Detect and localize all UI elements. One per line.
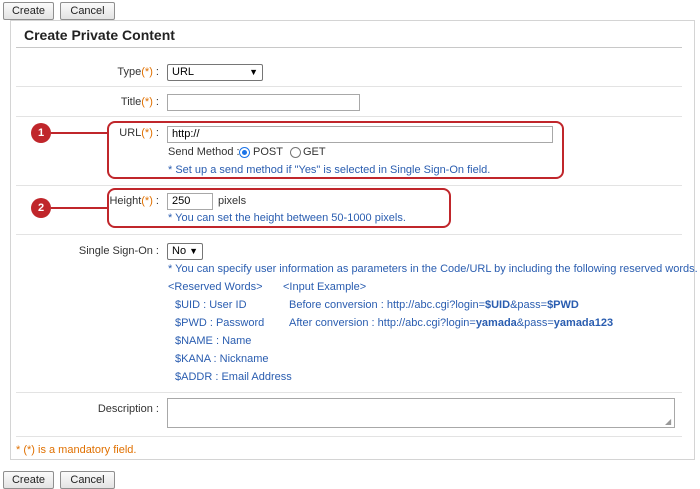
- after-conversion-pass: yamada123: [553, 317, 614, 329]
- divider: [16, 185, 682, 186]
- post-radio-label: POST: [253, 146, 283, 158]
- url-required-mark: (*): [141, 127, 153, 139]
- cancel-button-bottom[interactable]: Cancel: [60, 471, 115, 489]
- divider: [16, 116, 682, 117]
- before-conversion-mid: &pass=: [510, 299, 548, 311]
- height-label-text: Height: [109, 195, 142, 207]
- after-conversion-url: http://abc.cgi?login=: [377, 317, 476, 329]
- sso-note: * You can specify user information as pa…: [168, 263, 698, 275]
- url-input[interactable]: http://: [167, 126, 553, 143]
- mandatory-note: * (*) is a mandatory field.: [16, 444, 137, 456]
- input-example-header: <Input Example>: [283, 281, 367, 293]
- callout-1-connector: [51, 132, 108, 134]
- cancel-button-top[interactable]: Cancel: [60, 2, 115, 20]
- sso-select[interactable]: No ▼: [167, 243, 203, 260]
- title-input[interactable]: [167, 94, 360, 111]
- resize-grip-icon[interactable]: ◢: [665, 418, 699, 488]
- reserved-word-kana: $KANA : Nickname: [175, 353, 269, 365]
- send-method-label: Send Method :: [168, 146, 240, 158]
- divider: [16, 86, 682, 87]
- create-button-top[interactable]: Create: [3, 2, 54, 20]
- before-conversion-example: Before conversion : http://abc.cgi?login…: [289, 299, 579, 311]
- url-label-text: URL: [119, 127, 142, 139]
- description-label: Description :: [97, 403, 159, 415]
- divider: [16, 392, 682, 393]
- divider: [16, 436, 682, 437]
- after-conversion-user: yamada: [475, 317, 517, 329]
- chevron-down-icon: ▼: [189, 246, 198, 256]
- height-unit: pixels: [218, 195, 247, 207]
- before-conversion-label: Before conversion :: [289, 299, 384, 311]
- after-conversion-mid: &pass=: [516, 317, 554, 329]
- after-conversion-example: After conversion : http://abc.cgi?login=…: [289, 317, 613, 329]
- get-radio[interactable]: [290, 147, 301, 158]
- sso-label: Single Sign-On :: [78, 245, 159, 257]
- reserved-word-name: $NAME : Name: [175, 335, 252, 347]
- before-conversion-uid: $UID: [485, 299, 511, 311]
- reserved-words-header: <Reserved Words>: [168, 281, 263, 293]
- before-conversion-url: http://abc.cgi?login=: [386, 299, 485, 311]
- reserved-word-pwd: $PWD : Password: [175, 317, 265, 329]
- sso-select-value: No: [172, 245, 187, 257]
- title-label: Title(*) :: [120, 96, 159, 108]
- description-textarea[interactable]: [167, 398, 675, 428]
- type-required-mark: (*): [141, 66, 153, 78]
- url-label: URL(*) :: [119, 127, 159, 139]
- height-required-mark: (*): [141, 195, 153, 207]
- callout-2-connector: [51, 207, 108, 209]
- height-label: Height(*) :: [109, 195, 159, 207]
- callout-1: 1: [31, 123, 51, 143]
- description-label-text: Description: [97, 403, 153, 415]
- title-divider: [16, 47, 682, 48]
- after-conversion-label: After conversion :: [289, 317, 375, 329]
- before-conversion-pwd: $PWD: [547, 299, 579, 311]
- create-button-bottom[interactable]: Create: [3, 471, 54, 489]
- title-required-mark: (*): [141, 96, 153, 108]
- chevron-down-icon: ▼: [249, 67, 258, 77]
- title-label-text: Title: [120, 96, 142, 108]
- post-radio[interactable]: [239, 147, 250, 158]
- url-note: * Set up a send method if "Yes" is selec…: [168, 164, 491, 176]
- page-title: Create Private Content: [24, 27, 175, 43]
- height-note: * You can set the height between 50-1000…: [168, 212, 406, 224]
- type-label: Type(*) :: [117, 66, 159, 78]
- type-select-value: URL: [172, 66, 195, 78]
- height-input[interactable]: 250: [167, 193, 213, 210]
- divider: [16, 234, 682, 235]
- reserved-word-addr: $ADDR : Email Address: [175, 371, 292, 383]
- get-radio-label: GET: [303, 146, 326, 158]
- reserved-word-uid: $UID : User ID: [175, 299, 247, 311]
- sso-label-text: Single Sign-On: [78, 245, 153, 257]
- type-label-text: Type: [117, 66, 142, 78]
- type-select[interactable]: URL ▼: [167, 64, 263, 81]
- callout-2: 2: [31, 198, 51, 218]
